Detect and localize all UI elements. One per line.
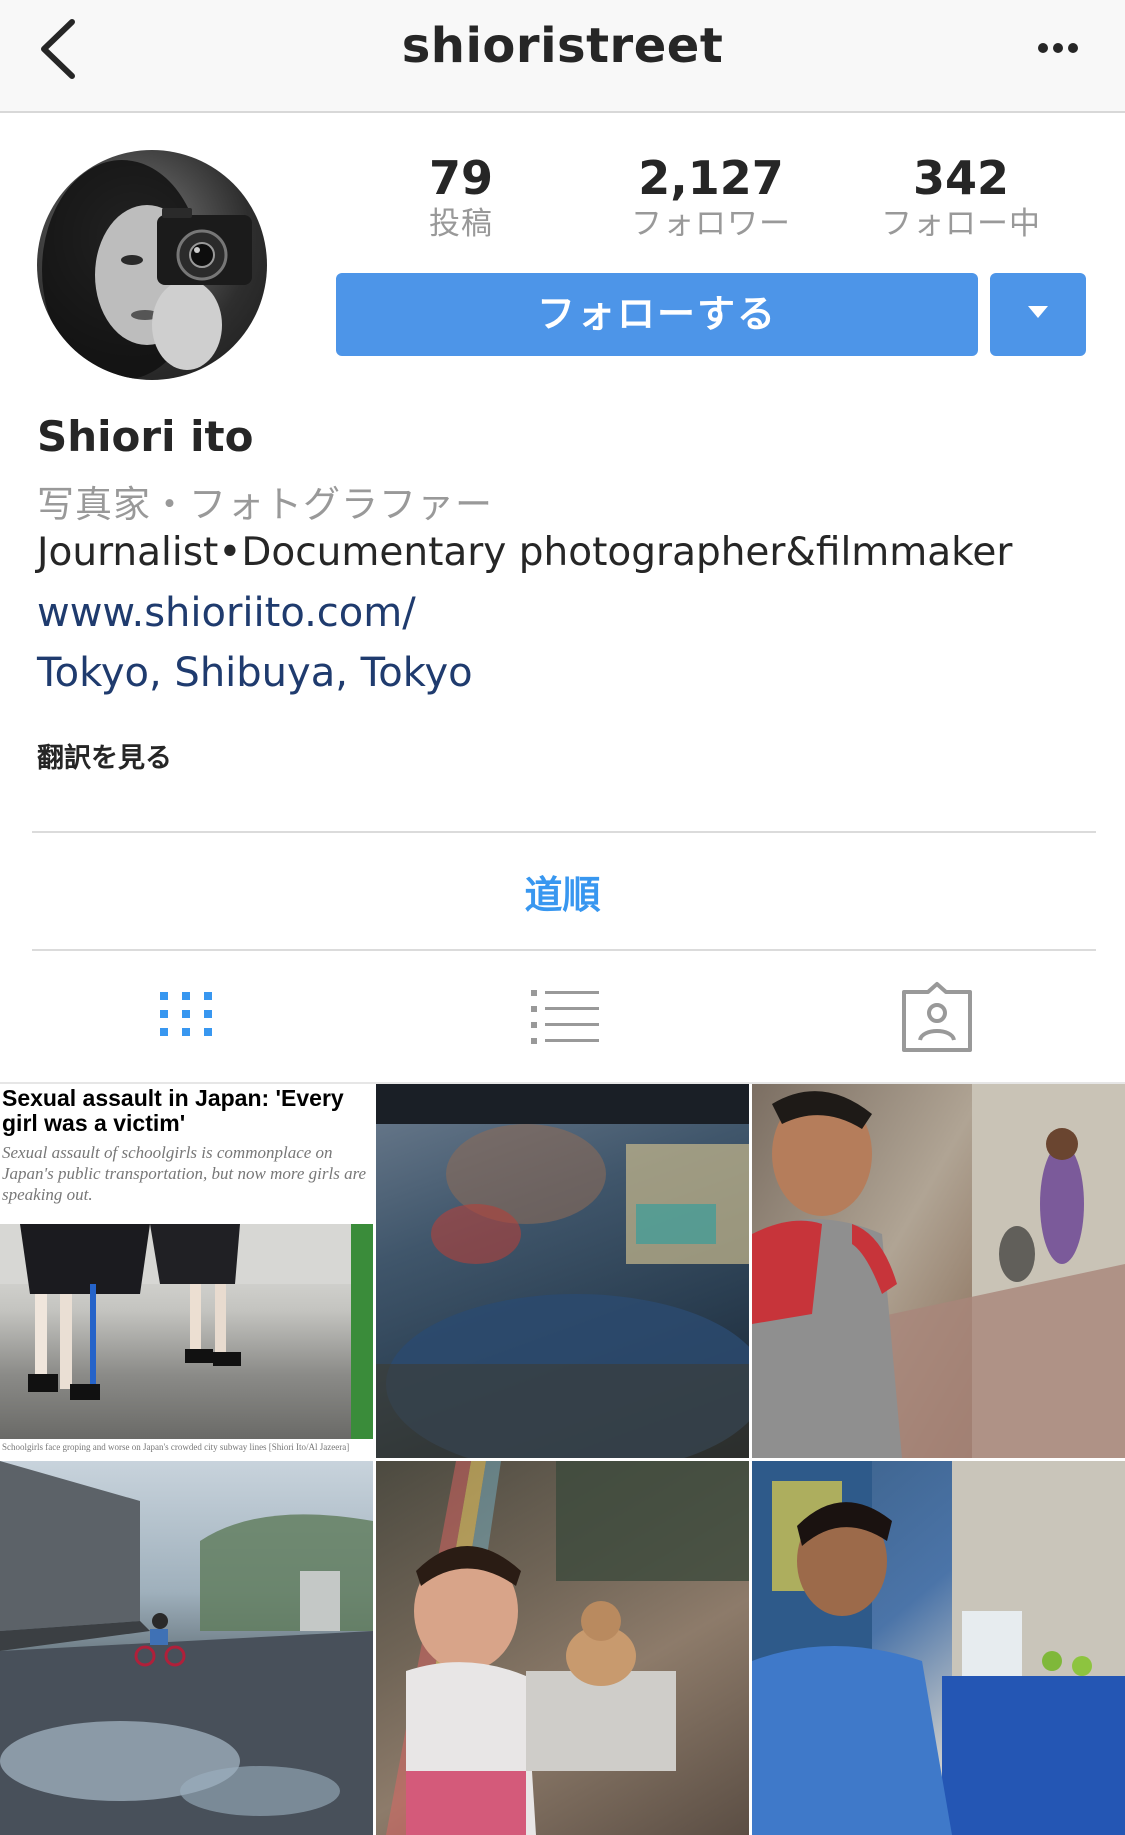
article-caption: Schoolgirls face groping and worse on Ja… bbox=[2, 1442, 350, 1452]
tab-grid-view[interactable] bbox=[131, 980, 241, 1060]
followers-count-label: フォロワー bbox=[631, 206, 791, 242]
following-count-label: フォロー中 bbox=[881, 206, 1041, 242]
top-nav-bar: shioristreet bbox=[0, 0, 1125, 113]
tagged-person-icon bbox=[902, 982, 972, 1052]
profile-full-name: Shiori ito bbox=[37, 412, 254, 461]
posts-count: 79 投稿 bbox=[361, 152, 561, 244]
list-icon bbox=[531, 990, 599, 1044]
caret-down-icon bbox=[1028, 306, 1048, 318]
post-thumbnail-article[interactable]: Sexual assault in Japan: 'Every girl was… bbox=[0, 1084, 373, 1458]
followers-count[interactable]: 2,127 フォロワー bbox=[611, 152, 811, 244]
followers-count-value: 2,127 bbox=[638, 151, 784, 205]
article-headline: Sexual assault in Japan: 'Every girl was… bbox=[2, 1085, 344, 1136]
post-thumbnail[interactable] bbox=[376, 1461, 749, 1835]
article-subhead: Sexual assault of schoolgirls is commonp… bbox=[2, 1143, 367, 1204]
article-side-stripe bbox=[351, 1224, 373, 1439]
posts-count-value: 79 bbox=[428, 151, 493, 205]
tab-tagged-photos[interactable] bbox=[882, 980, 992, 1060]
post-thumbnail[interactable] bbox=[752, 1084, 1125, 1458]
more-horizontal-icon[interactable] bbox=[1029, 28, 1089, 68]
profile-avatar[interactable] bbox=[37, 150, 267, 380]
profile-location[interactable]: Tokyo, Shibuya, Tokyo bbox=[37, 650, 473, 696]
following-count[interactable]: 342 フォロー中 bbox=[861, 152, 1061, 244]
divider-top bbox=[32, 831, 1096, 833]
tab-list-view[interactable] bbox=[507, 980, 617, 1060]
directions-button[interactable]: 道順 bbox=[0, 864, 1125, 919]
profile-category: 写真家・フォトグラファー bbox=[37, 483, 493, 526]
following-count-value: 342 bbox=[912, 151, 1010, 205]
suggested-dropdown-button[interactable] bbox=[990, 273, 1086, 356]
profile-bio-text: Journalist•Documentary photographer&film… bbox=[37, 530, 1013, 575]
posts-count-label: 投稿 bbox=[429, 206, 493, 242]
divider-bottom bbox=[32, 949, 1096, 951]
article-photo bbox=[0, 1224, 373, 1439]
profile-website-link[interactable]: www.shioriito.com/ bbox=[37, 590, 416, 636]
see-translation-link[interactable]: 翻訳を見る bbox=[37, 736, 172, 775]
grid-icon bbox=[160, 992, 212, 1036]
follow-button[interactable]: フォローする bbox=[336, 273, 978, 356]
post-thumbnail[interactable] bbox=[0, 1461, 373, 1835]
post-thumbnail[interactable] bbox=[376, 1084, 749, 1458]
username-title: shioristreet bbox=[401, 18, 724, 74]
post-thumbnail[interactable] bbox=[752, 1461, 1125, 1835]
